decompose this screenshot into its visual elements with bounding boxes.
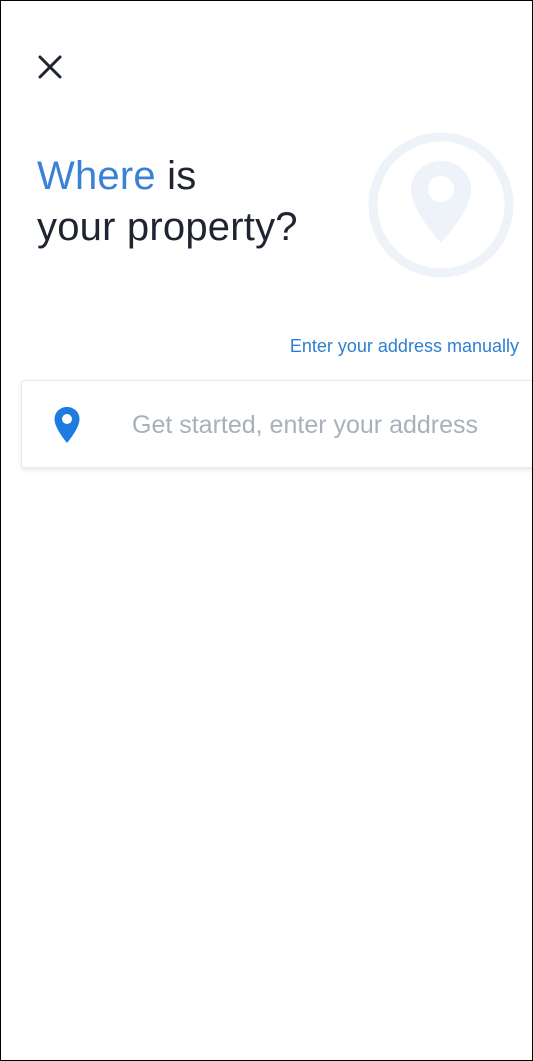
address-entry-screen: Where is your property? Enter your addre… xyxy=(0,0,533,1061)
address-search-input[interactable] xyxy=(132,403,532,447)
enter-address-manually-link[interactable]: Enter your address manually xyxy=(290,336,519,357)
title-rest: is xyxy=(155,154,197,198)
page-title: Where is your property? xyxy=(37,151,298,253)
address-search-bar[interactable] xyxy=(21,380,532,468)
close-button[interactable] xyxy=(37,45,81,89)
title-highlight: Where xyxy=(37,154,156,198)
title-line-two: your property? xyxy=(37,205,298,249)
close-icon xyxy=(38,55,62,79)
map-pin-icon xyxy=(54,407,80,443)
map-pin-icon xyxy=(368,132,514,278)
